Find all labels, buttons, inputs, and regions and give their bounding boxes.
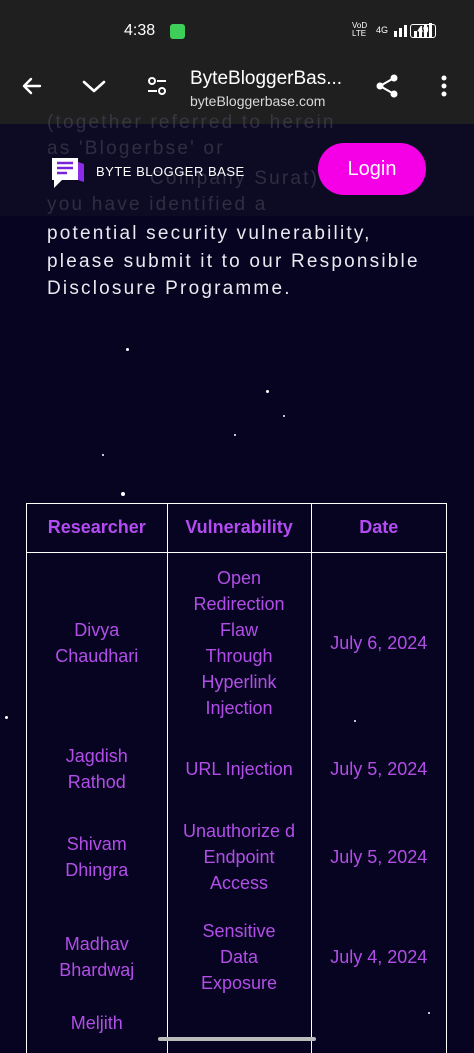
star-decoration (234, 434, 236, 436)
table-row: Divya Chaudhari Open Redirection Flaw Th… (27, 552, 446, 734)
more-options-icon[interactable] (420, 62, 468, 110)
date-cell (311, 1004, 446, 1053)
vulnerability-cell: Open Redirection Flaw Through Hyperlink … (167, 552, 312, 734)
researcher-table: Researcher Vulnerability Date Divya Chau… (26, 503, 447, 1053)
date-cell: July 4, 2024 (330, 946, 428, 967)
star-decoration (266, 390, 269, 393)
tab-title[interactable]: ByteBloggerBas... (190, 68, 342, 90)
researcher-cell: Divya Chaudhari (27, 552, 168, 734)
date-cell: July 5, 2024 (330, 846, 428, 867)
battery-level: 49 (417, 25, 429, 36)
network-type-label: 4G (375, 25, 388, 35)
chevron-down-icon[interactable] (70, 62, 118, 110)
table-row: Jagdish Rathod URL Injection July 5, 202… (27, 734, 446, 804)
date-cell: July 6, 2024 (330, 633, 428, 654)
table-header-row: Researcher Vulnerability Date (27, 504, 446, 553)
ghost-text-line: (together referred to herein (47, 112, 336, 133)
researcher-cell: Meljith (27, 1004, 168, 1053)
vulnerability-cell: Sensitive Data Exposure (167, 909, 312, 1004)
share-icon[interactable] (363, 62, 411, 110)
notification-icon (170, 24, 185, 39)
home-indicator[interactable] (158, 1037, 316, 1041)
table-row: Shivam Dhingra Unauthorize d Endpoint Ac… (27, 804, 446, 909)
star-decoration (102, 454, 104, 456)
header-vulnerability: Vulnerability (167, 504, 312, 553)
star-decoration (283, 415, 285, 417)
site-settings-icon[interactable] (133, 62, 181, 110)
status-bar: 4:38 VoD LTE 4G 49 (0, 0, 474, 62)
star-decoration (126, 348, 129, 351)
url-text[interactable]: byteBloggerbase.com (190, 93, 325, 109)
table-row: Madhav Bhardwaj Sensitive Data Exposure … (27, 909, 446, 1004)
researcher-cell: Shivam Dhingra (27, 804, 168, 909)
star-decoration (5, 716, 8, 719)
volte-label: VoD LTE (351, 21, 368, 38)
table-row: Meljith (27, 1004, 446, 1053)
vulnerability-cell (167, 1004, 312, 1053)
ghost-text-line: you have identified a (47, 194, 268, 215)
battery-icon: 49 (410, 24, 436, 38)
status-time: 4:38 (124, 22, 156, 39)
researcher-cell: Madhav Bhardwaj (27, 909, 168, 1004)
logo-icon[interactable] (48, 156, 86, 190)
login-button[interactable]: Login (318, 143, 426, 195)
date-cell: July 5, 2024 (330, 759, 428, 779)
star-decoration (121, 492, 125, 496)
header-date: Date (311, 504, 446, 553)
vulnerability-cell: URL Injection (167, 734, 312, 804)
back-icon[interactable] (8, 62, 56, 110)
vulnerability-cell: Unauthorize d Endpoint Access (167, 804, 312, 909)
researcher-cell: Jagdish Rathod (27, 734, 168, 804)
disclosure-paragraph: potential security vulnerability, please… (47, 223, 420, 299)
header-researcher: Researcher (27, 504, 168, 553)
logo-text[interactable]: BYTE BLOGGER BASE (96, 164, 245, 179)
